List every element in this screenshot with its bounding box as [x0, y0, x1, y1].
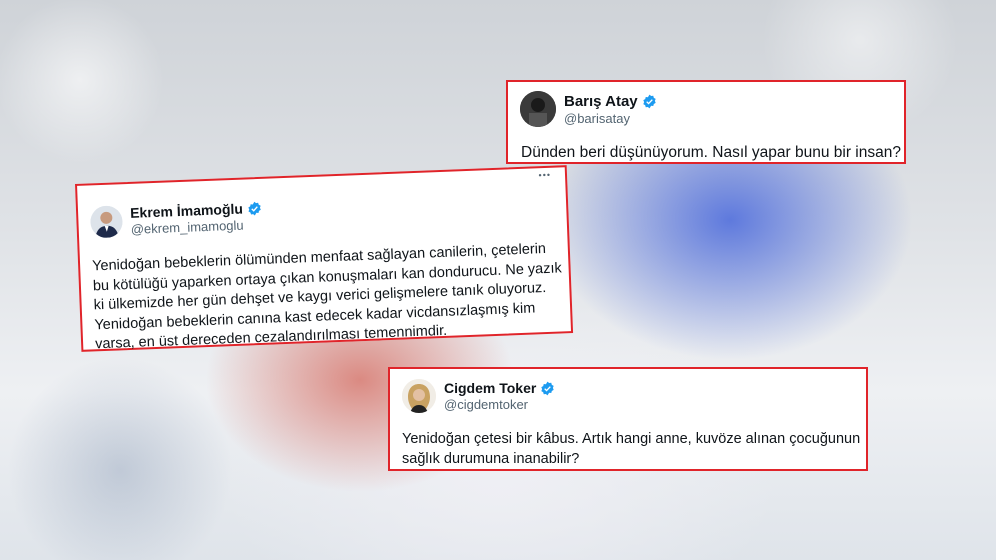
tweet-text: Yenidoğan çetesi bir kâbus. Artık hangi …: [402, 429, 860, 469]
tweet-text: Dünden beri düşünüyorum. Nasıl yapar bun…: [521, 144, 901, 161]
tweet-text: Yenidoğan bebeklerin ölümünden menfaat s…: [92, 239, 565, 354]
tweet-cigdem-toker: Cigdem Toker @cigdemtoker Yenidoğan çete…: [388, 367, 868, 471]
verified-badge-icon: [541, 381, 554, 395]
user-handle[interactable]: @barisatay: [564, 111, 657, 126]
user-handle[interactable]: @cigdemtoker: [444, 397, 555, 412]
tweet-text-line: sağlık durumuna inanabilir?: [402, 451, 580, 467]
user-name[interactable]: Cigdem Toker: [444, 380, 536, 396]
tweet-ekrem-imamoglu: ••• Ekrem İmamoğlu @ekrem_imamoglu Yenid…: [75, 165, 574, 354]
tweet-baris-atay: Barış Atay @barisatay Dünden beri düşünü…: [506, 80, 906, 164]
avatar[interactable]: [520, 91, 556, 127]
avatar[interactable]: [89, 205, 124, 239]
more-options-icon[interactable]: •••: [538, 170, 551, 180]
avatar[interactable]: [402, 379, 436, 413]
user-name[interactable]: Barış Atay: [564, 93, 638, 110]
tweet-text-line: Yenidoğan çetesi bir kâbus. Artık hangi …: [402, 431, 861, 447]
verified-badge-icon: [248, 201, 261, 216]
verified-badge-icon: [642, 94, 656, 108]
